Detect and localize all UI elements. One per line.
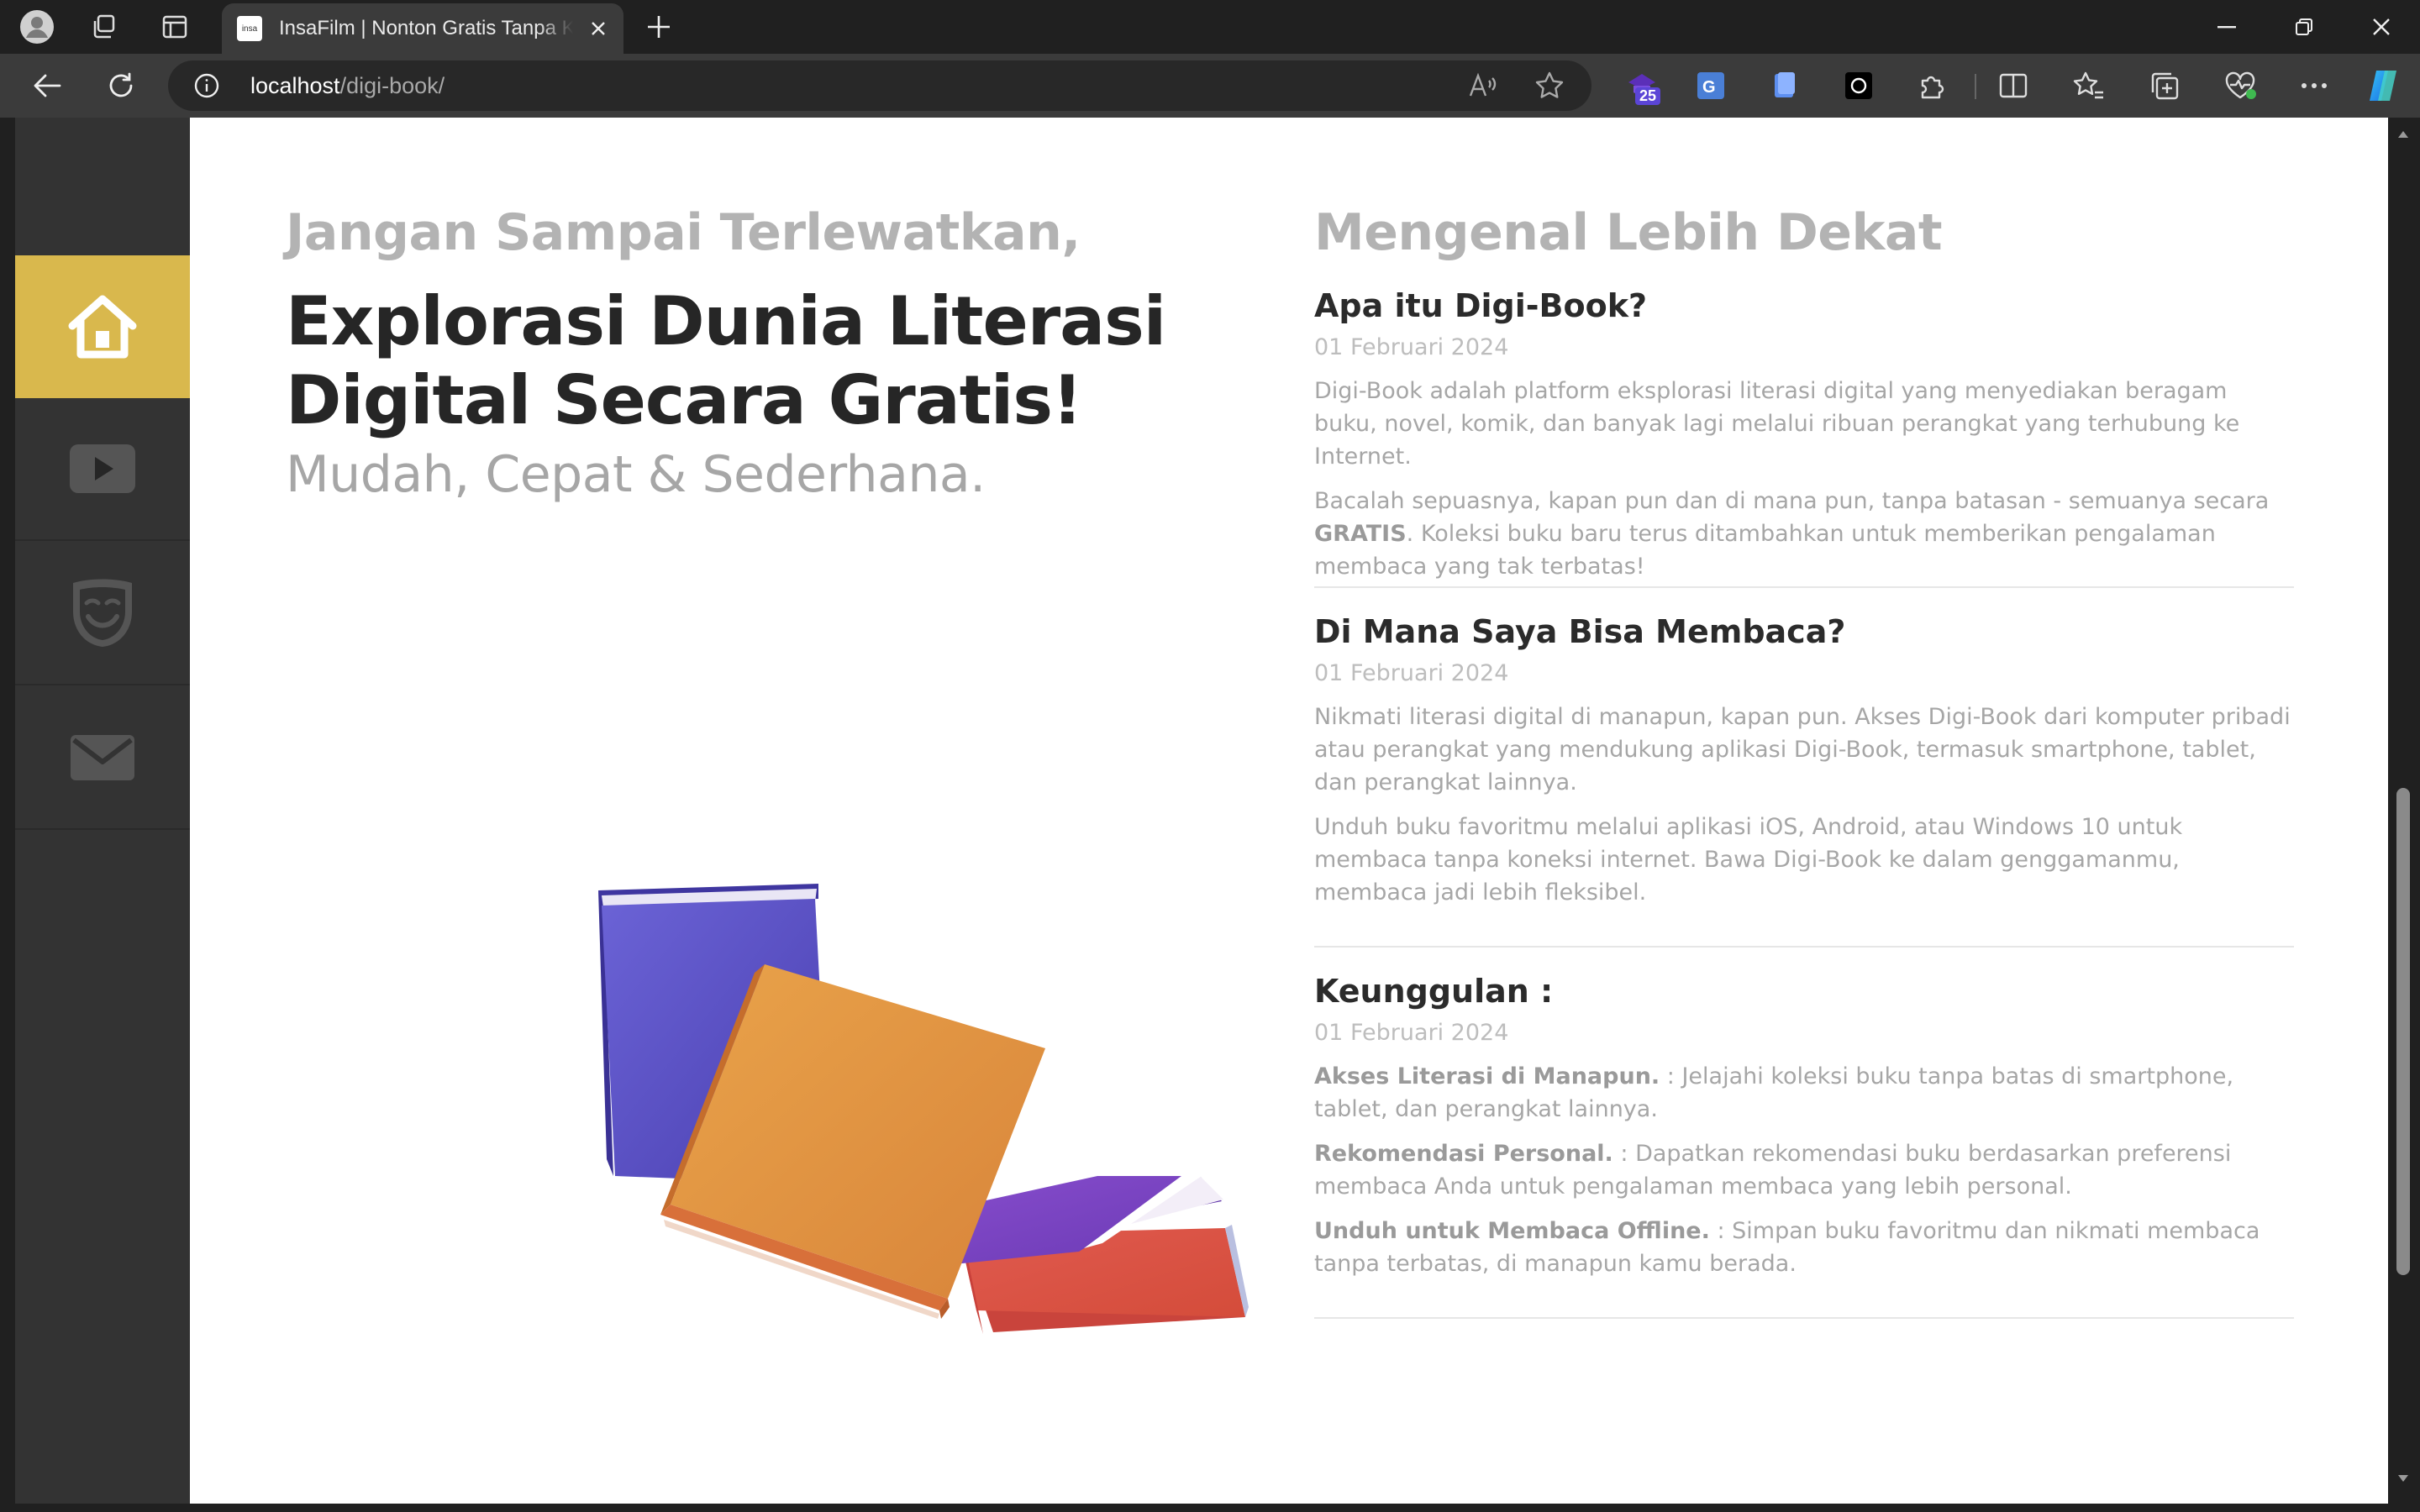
mail-icon <box>71 735 134 780</box>
collections-icon[interactable] <box>2144 66 2185 106</box>
feature-item: Unduh untuk Membaca Offline. : Simpan bu… <box>1314 1215 2294 1280</box>
article-title[interactable]: Keunggulan : <box>1314 971 2294 1011</box>
workspaces-icon[interactable] <box>86 8 123 45</box>
article-what-is: Apa itu Digi-Book? 01 Februari 2024 Digi… <box>1314 286 2294 588</box>
article-date: 01 Februari 2024 <box>1314 334 1509 360</box>
text-emphasis: GRATIS <box>1314 521 1407 547</box>
article-title[interactable]: Di Mana Saya Bisa Membaca? <box>1314 612 2294 652</box>
article-paragraph: Bacalah sepuasnya, kapan pun dan di mana… <box>1314 485 2294 583</box>
sidebar <box>15 118 190 1504</box>
translate-extension-icon[interactable]: G <box>1691 66 1731 106</box>
favorite-star-icon[interactable] <box>1534 71 1565 101</box>
article-advantages: Keunggulan : 01 Februari 2024 Akses Lite… <box>1314 971 2294 1319</box>
read-aloud-icon[interactable] <box>1467 71 1497 101</box>
toolbar-divider <box>1975 74 1976 99</box>
article-where-read: Di Mana Saya Bisa Membaca? 01 Februari 2… <box>1314 612 2294 948</box>
hero-headline: Explorasi Dunia Literasi Digital Secara … <box>286 282 1166 440</box>
refresh-icon[interactable] <box>101 66 141 106</box>
back-icon[interactable] <box>27 66 67 106</box>
tab-title: InsaFilm | Nonton Gratis Tanpa K <box>279 17 573 39</box>
feature-name: Akses Literasi di Manapun. <box>1314 1063 1660 1089</box>
profile-icon[interactable] <box>18 8 55 45</box>
page-viewport: Jangan Sampai Terlewatkan, Explorasi Dun… <box>0 118 2420 1512</box>
sidebar-item-video[interactable] <box>15 398 190 541</box>
site-info-icon[interactable] <box>193 72 220 99</box>
hero-headline-line1: Explorasi Dunia Literasi <box>286 282 1166 360</box>
sidebar-item-home[interactable] <box>15 255 190 398</box>
close-window-icon[interactable] <box>2343 0 2420 54</box>
flying-books-illustration <box>598 884 1249 1334</box>
text-segment: Bacalah sepuasnya, kapan pun dan di mana… <box>1314 488 2270 514</box>
new-tab-icon[interactable] <box>640 8 677 45</box>
split-screen-icon[interactable] <box>1993 66 2033 106</box>
extension-badge-count: 25 <box>1635 87 1661 105</box>
extension-badge-icon[interactable]: 25 <box>1622 66 1662 106</box>
docs-extension-icon[interactable] <box>1765 66 1805 106</box>
article-paragraph: Nikmati literasi digital di manapun, kap… <box>1314 704 2291 795</box>
feature-item: Rekomendasi Personal. : Dapatkan rekomen… <box>1314 1137 2294 1203</box>
sidebar-item-masks[interactable] <box>15 543 190 685</box>
url-path: /digi-book/ <box>339 73 445 98</box>
favorites-icon[interactable] <box>2069 66 2109 106</box>
copilot-icon[interactable] <box>2363 66 2403 106</box>
chatgpt-extension-icon[interactable] <box>1839 66 1879 106</box>
feature-name: Unduh untuk Membaca Offline. <box>1314 1218 1710 1244</box>
home-icon <box>68 295 137 359</box>
feature-item: Akses Literasi di Manapun. : Jelajahi ko… <box>1314 1060 2294 1126</box>
url-host: localhost <box>250 73 340 98</box>
restore-icon[interactable] <box>2265 0 2343 54</box>
page-scrollbar[interactable] <box>2388 118 2420 1512</box>
text-segment: . Koleksi buku baru terus ditambahkan un… <box>1314 521 2216 580</box>
hero-subhead: Mudah, Cepat & Sederhana. <box>286 445 986 504</box>
tab-actions-icon[interactable] <box>156 8 193 45</box>
about-title: Mengenal Lebih Dekat <box>1314 203 1943 262</box>
hero-headline-line2: Digital Secara Gratis! <box>286 361 1082 439</box>
scrollbar-thumb[interactable] <box>2396 788 2410 1275</box>
browser-essentials-icon[interactable] <box>2220 66 2260 106</box>
address-bar[interactable]: localhost/digi-book/ <box>168 60 1591 111</box>
favicon: insa <box>237 16 262 41</box>
scroll-down-arrow-icon[interactable] <box>2395 1470 2412 1487</box>
main-content: Jangan Sampai Terlewatkan, Explorasi Dun… <box>190 118 2388 1504</box>
tab-active[interactable]: insa InsaFilm | Nonton Gratis Tanpa K <box>222 3 623 54</box>
article-title[interactable]: Apa itu Digi-Book? <box>1314 286 2294 326</box>
article-date: 01 Februari 2024 <box>1314 660 1509 686</box>
feature-name: Rekomendasi Personal. <box>1314 1141 1613 1167</box>
favicon-text: insa <box>241 24 258 34</box>
tab-close-icon[interactable] <box>585 15 612 42</box>
scroll-up-arrow-icon[interactable] <box>2395 126 2412 143</box>
minimize-icon[interactable] <box>2188 0 2265 54</box>
hero-kicker: Jangan Sampai Terlewatkan, <box>286 203 1081 262</box>
svg-text:G: G <box>1702 78 1716 97</box>
browser-title-bar: insa InsaFilm | Nonton Gratis Tanpa K <box>0 0 2420 54</box>
sidebar-item-mail[interactable] <box>15 687 190 830</box>
article-paragraph: Unduh buku favoritmu melalui aplikasi iO… <box>1314 814 2183 906</box>
more-options-icon[interactable] <box>2294 66 2334 106</box>
article-paragraph: Digi-Book adalah platform eksplorasi lit… <box>1314 378 2240 470</box>
mask-icon <box>73 579 132 647</box>
article-date: 01 Februari 2024 <box>1314 1020 1509 1046</box>
play-icon <box>70 444 135 493</box>
url-text[interactable]: localhost/digi-book/ <box>250 73 445 99</box>
extensions-puzzle-icon[interactable] <box>1912 66 1953 106</box>
browser-toolbar: localhost/digi-book/ 25 G <box>0 54 2420 118</box>
